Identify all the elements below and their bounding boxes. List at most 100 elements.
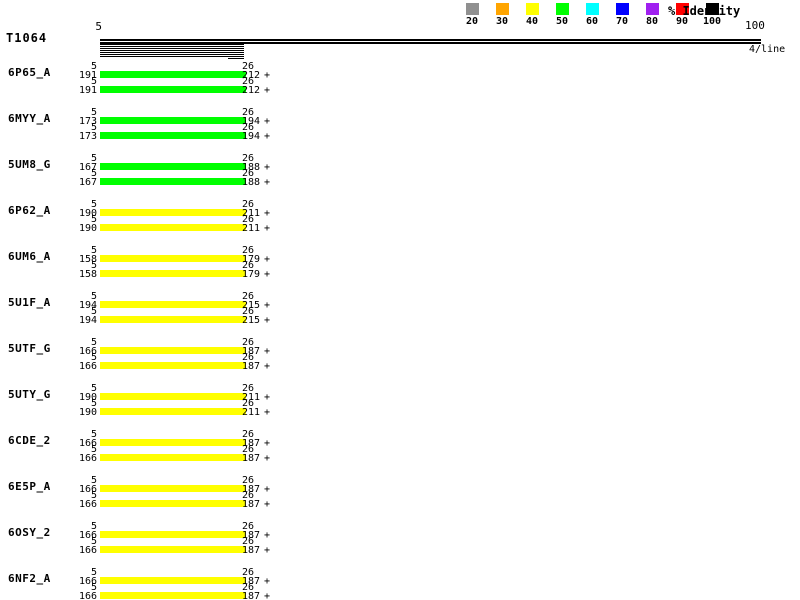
alignment-segment: 5 26 166 187 + — [0, 570, 800, 585]
ruler-start-label: 5 — [88, 21, 102, 32]
alignment-segment: 5 26 166 187 + — [0, 585, 800, 600]
subject-start-label: 190 — [55, 408, 97, 418]
legend-swatch — [496, 3, 509, 15]
subject-start-label: 191 — [55, 86, 97, 96]
alignment-segment: 5 26 191 212 + — [0, 64, 800, 79]
alignment-segment: 5 26 191 212 + — [0, 79, 800, 94]
ruler-line-note: 4/line — [749, 45, 785, 55]
hit-row: 6P62_A 5 26 190 211 + 5 26 190 211 + — [0, 202, 800, 248]
subject-start-label: 166 — [55, 362, 97, 372]
strand-label: + — [264, 316, 270, 326]
alignment-overview-page: 20 30 40 50 60 70 80 — [0, 0, 800, 600]
subject-start-label: 166 — [55, 546, 97, 556]
alignment-bar — [100, 316, 246, 323]
legend-value: 100 — [703, 17, 721, 27]
alignment-segment: 5 26 166 187 + — [0, 340, 800, 355]
coverage-hatch-line — [100, 54, 244, 55]
alignment-segment: 5 26 190 211 + — [0, 217, 800, 232]
alignment-segment: 5 26 158 179 + — [0, 263, 800, 278]
hit-row: 6NF2_A 5 26 166 187 + 5 26 166 187 + — [0, 570, 800, 600]
subject-end-label: 187 — [242, 454, 260, 464]
subject-end-label: 187 — [242, 500, 260, 510]
subject-end-label: 194 — [242, 132, 260, 142]
alignment-bar — [100, 255, 246, 262]
legend-swatch — [616, 3, 629, 15]
strand-label: + — [264, 270, 270, 280]
subject-start-label: 166 — [55, 592, 97, 600]
hit-row: 6OSY_2 5 26 166 187 + 5 26 166 187 + — [0, 524, 800, 570]
hit-row: 5UTF_G 5 26 166 187 + 5 26 166 187 + — [0, 340, 800, 386]
hit-row: 6UM6_A 5 26 158 179 + 5 26 158 179 + — [0, 248, 800, 294]
alignment-bar — [100, 500, 246, 507]
alignment-bar — [100, 362, 246, 369]
alignment-bar — [100, 301, 246, 308]
legend-swatch — [526, 3, 539, 15]
query-ruler-line — [100, 39, 761, 41]
alignment-bar — [100, 178, 246, 185]
hit-row: 5UM8_G 5 26 167 188 + 5 26 167 188 + — [0, 156, 800, 202]
alignment-segment: 5 26 194 215 + — [0, 294, 800, 309]
strand-label: + — [264, 132, 270, 142]
subject-start-label: 167 — [55, 178, 97, 188]
alignment-segment: 5 26 167 188 + — [0, 156, 800, 171]
alignment-segment: 5 26 166 187 + — [0, 493, 800, 508]
legend-item: 60 — [577, 3, 607, 27]
ruler-end-label: 100 — [745, 20, 765, 31]
coverage-hatch-line — [100, 52, 244, 53]
coverage-hatch-line — [100, 50, 244, 51]
alignment-bar — [100, 577, 246, 584]
legend-item: 70 — [607, 3, 637, 27]
subject-end-label: 187 — [242, 362, 260, 372]
hit-row: 5UTY_G 5 26 190 211 + 5 26 190 211 + — [0, 386, 800, 432]
alignment-segment: 5 26 167 188 + — [0, 171, 800, 186]
coverage-hatch-line — [100, 44, 244, 45]
subject-end-label: 211 — [242, 408, 260, 418]
alignment-segment: 5 26 173 194 + — [0, 125, 800, 140]
alignment-bar — [100, 408, 246, 415]
strand-label: + — [264, 362, 270, 372]
subject-end-label: 215 — [242, 316, 260, 326]
alignment-segment: 5 26 166 187 + — [0, 524, 800, 539]
legend-title: % Identity — [668, 4, 740, 18]
strand-label: + — [264, 224, 270, 234]
alignment-segment: 5 26 166 187 + — [0, 539, 800, 554]
legend-swatch — [466, 3, 479, 15]
alignment-bar — [100, 485, 246, 492]
alignment-segment: 5 26 190 211 + — [0, 386, 800, 401]
hit-row: 6P65_A 5 26 191 212 + 5 26 191 212 + — [0, 64, 800, 110]
coverage-hatch-line-partial — [228, 58, 244, 59]
hit-row: 6CDE_2 5 26 166 187 + 5 26 166 187 + — [0, 432, 800, 478]
strand-label: + — [264, 178, 270, 188]
legend-value: 20 — [466, 17, 478, 27]
legend-value: 30 — [496, 17, 508, 27]
strand-label: + — [264, 408, 270, 418]
subject-start-label: 173 — [55, 132, 97, 142]
legend-swatch — [556, 3, 569, 15]
strand-label: + — [264, 592, 270, 600]
subject-end-label: 211 — [242, 224, 260, 234]
subject-start-label: 166 — [55, 500, 97, 510]
alignment-bar — [100, 454, 246, 461]
strand-label: + — [264, 546, 270, 556]
alignment-bar — [100, 393, 246, 400]
legend-value: 70 — [616, 17, 628, 27]
target-id: T1064 — [6, 31, 47, 45]
alignment-segment: 5 26 194 215 + — [0, 309, 800, 324]
alignment-bar — [100, 224, 246, 231]
subject-start-label: 158 — [55, 270, 97, 280]
legend-item: 40 — [517, 3, 547, 27]
alignment-segment: 5 26 190 211 + — [0, 401, 800, 416]
alignment-bar — [100, 531, 246, 538]
alignment-bar — [100, 132, 246, 139]
legend-item: 30 — [487, 3, 517, 27]
alignment-segment: 5 26 166 187 + — [0, 432, 800, 447]
coverage-hatch-line — [100, 48, 244, 49]
alignment-segment: 5 26 166 187 + — [0, 478, 800, 493]
alignment-bar — [100, 209, 246, 216]
subject-start-label: 194 — [55, 316, 97, 326]
alignment-bar — [100, 439, 246, 446]
subject-end-label: 188 — [242, 178, 260, 188]
legend-value: 80 — [646, 17, 658, 27]
alignment-bar — [100, 71, 246, 78]
alignment-segment: 5 26 190 211 + — [0, 202, 800, 217]
